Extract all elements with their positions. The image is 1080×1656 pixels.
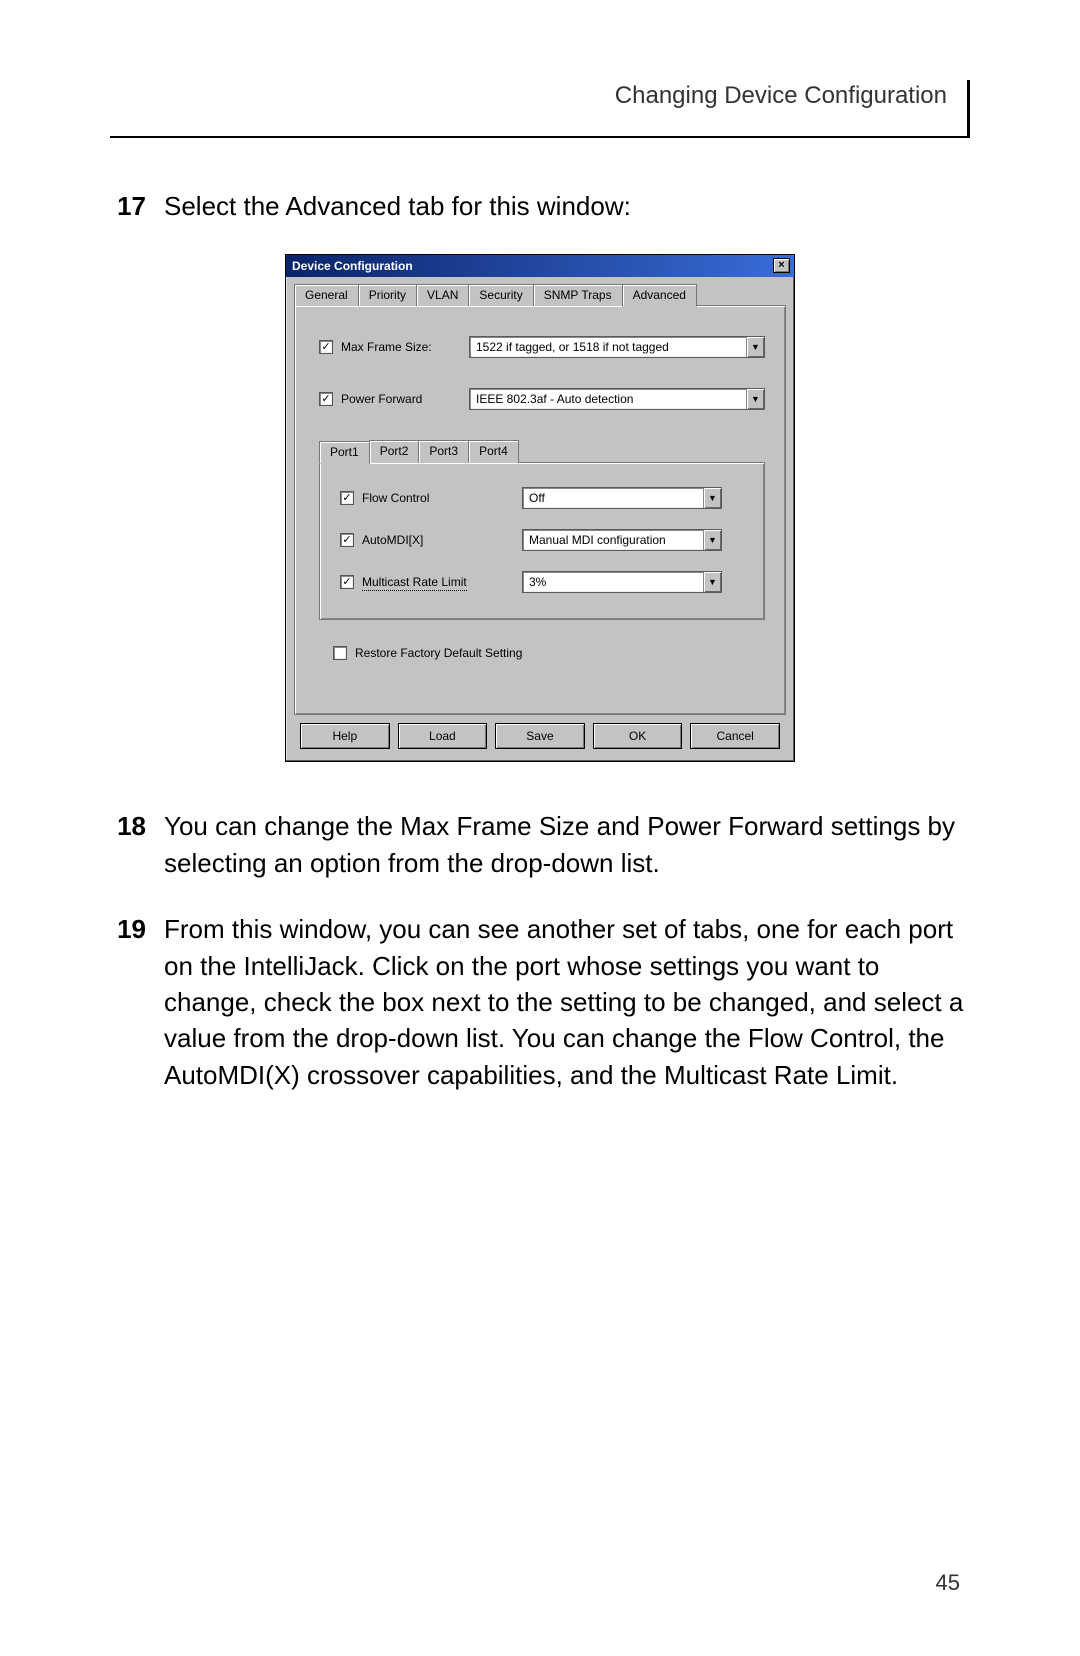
row-flow-control: ✓ Flow Control Off ▼ (340, 487, 744, 509)
step-number: 18 (110, 808, 146, 881)
tab-vlan[interactable]: VLAN (416, 284, 469, 306)
step-19: 19 From this window, you can see another… (110, 911, 970, 1093)
step-18: 18 You can change the Max Frame Size and… (110, 808, 970, 881)
select-value: Off (523, 488, 703, 508)
dialog-titlebar[interactable]: Device Configuration × (286, 255, 794, 277)
running-header: Changing Device Configuration (110, 80, 970, 136)
select-power-forward[interactable]: IEEE 802.3af - Auto detection ▼ (469, 388, 765, 410)
tab-port2[interactable]: Port2 (369, 440, 420, 463)
tab-snmp-traps[interactable]: SNMP Traps (533, 284, 623, 306)
tab-advanced[interactable]: Advanced (622, 284, 697, 307)
checkbox-flow-control[interactable]: ✓ (340, 491, 354, 505)
check-icon: ✓ (342, 493, 351, 504)
tab-port3[interactable]: Port3 (418, 440, 469, 463)
step-number: 19 (110, 911, 146, 1093)
row-multicast: ✓ Multicast Rate Limit 3% ▼ (340, 571, 744, 593)
check-icon: ✓ (321, 394, 330, 405)
checkbox-automdix[interactable]: ✓ (340, 533, 354, 547)
check-icon: ✓ (342, 577, 351, 588)
label-automdix: AutoMDI[X] (362, 533, 522, 547)
label-max-frame-size: Max Frame Size: (341, 340, 469, 354)
select-multicast[interactable]: 3% ▼ (522, 571, 722, 593)
checkbox-max-frame-size[interactable]: ✓ (319, 340, 333, 354)
checkbox-power-forward[interactable]: ✓ (319, 392, 333, 406)
check-icon: ✓ (342, 535, 351, 546)
row-restore-defaults: Restore Factory Default Setting (333, 646, 765, 660)
tab-general[interactable]: General (294, 284, 359, 306)
label-restore-defaults: Restore Factory Default Setting (355, 646, 522, 660)
chevron-down-icon: ▼ (746, 389, 764, 409)
checkbox-restore-defaults[interactable] (333, 646, 347, 660)
label-flow-control: Flow Control (362, 491, 522, 505)
header-rule (110, 136, 970, 138)
chevron-down-icon: ▼ (703, 530, 721, 550)
select-automdix[interactable]: Manual MDI configuration ▼ (522, 529, 722, 551)
help-button[interactable]: Help (300, 723, 390, 749)
tab-priority[interactable]: Priority (358, 284, 417, 306)
screenshot-wrapper: Device Configuration × General Priority … (285, 254, 795, 762)
dialog-title: Device Configuration (292, 259, 413, 273)
row-max-frame-size: ✓ Max Frame Size: 1522 if tagged, or 151… (319, 336, 765, 358)
ok-button[interactable]: OK (593, 723, 683, 749)
step-number: 17 (110, 188, 146, 224)
select-value: IEEE 802.3af - Auto detection (470, 389, 746, 409)
port-panel: ✓ Flow Control Off ▼ ✓ AutoMDI[X] Manua (319, 462, 765, 620)
chevron-down-icon: ▼ (703, 488, 721, 508)
tab-port4[interactable]: Port4 (468, 440, 519, 463)
advanced-panel: ✓ Max Frame Size: 1522 if tagged, or 151… (294, 305, 786, 715)
close-icon[interactable]: × (773, 258, 790, 273)
main-tab-row: General Priority VLAN Security SNMP Trap… (294, 283, 786, 306)
check-icon: ✓ (321, 342, 330, 353)
load-button[interactable]: Load (398, 723, 488, 749)
port-tab-row: Port1 Port2 Port3 Port4 (319, 440, 765, 463)
page-number: 45 (936, 1570, 960, 1596)
select-value: 3% (523, 572, 703, 592)
step-text: Select the Advanced tab for this window: (164, 188, 970, 224)
label-multicast: Multicast Rate Limit (362, 575, 522, 589)
checkbox-multicast[interactable]: ✓ (340, 575, 354, 589)
cancel-button[interactable]: Cancel (690, 723, 780, 749)
select-max-frame-size[interactable]: 1522 if tagged, or 1518 if not tagged ▼ (469, 336, 765, 358)
select-flow-control[interactable]: Off ▼ (522, 487, 722, 509)
running-header-title: Changing Device Configuration (615, 82, 961, 109)
chevron-down-icon: ▼ (703, 572, 721, 592)
row-automdix: ✓ AutoMDI[X] Manual MDI configuration ▼ (340, 529, 744, 551)
tab-security[interactable]: Security (468, 284, 533, 306)
step-text: From this window, you can see another se… (164, 911, 970, 1093)
select-value: Manual MDI configuration (523, 530, 703, 550)
dialog-button-row: Help Load Save OK Cancel (294, 715, 786, 753)
select-value: 1522 if tagged, or 1518 if not tagged (470, 337, 746, 357)
step-text: You can change the Max Frame Size and Po… (164, 808, 970, 881)
step-17: 17 Select the Advanced tab for this wind… (110, 188, 970, 224)
label-power-forward: Power Forward (341, 392, 469, 406)
row-power-forward: ✓ Power Forward IEEE 802.3af - Auto dete… (319, 388, 765, 410)
chevron-down-icon: ▼ (746, 337, 764, 357)
save-button[interactable]: Save (495, 723, 585, 749)
tab-port1[interactable]: Port1 (319, 441, 370, 464)
device-config-dialog: Device Configuration × General Priority … (285, 254, 795, 762)
